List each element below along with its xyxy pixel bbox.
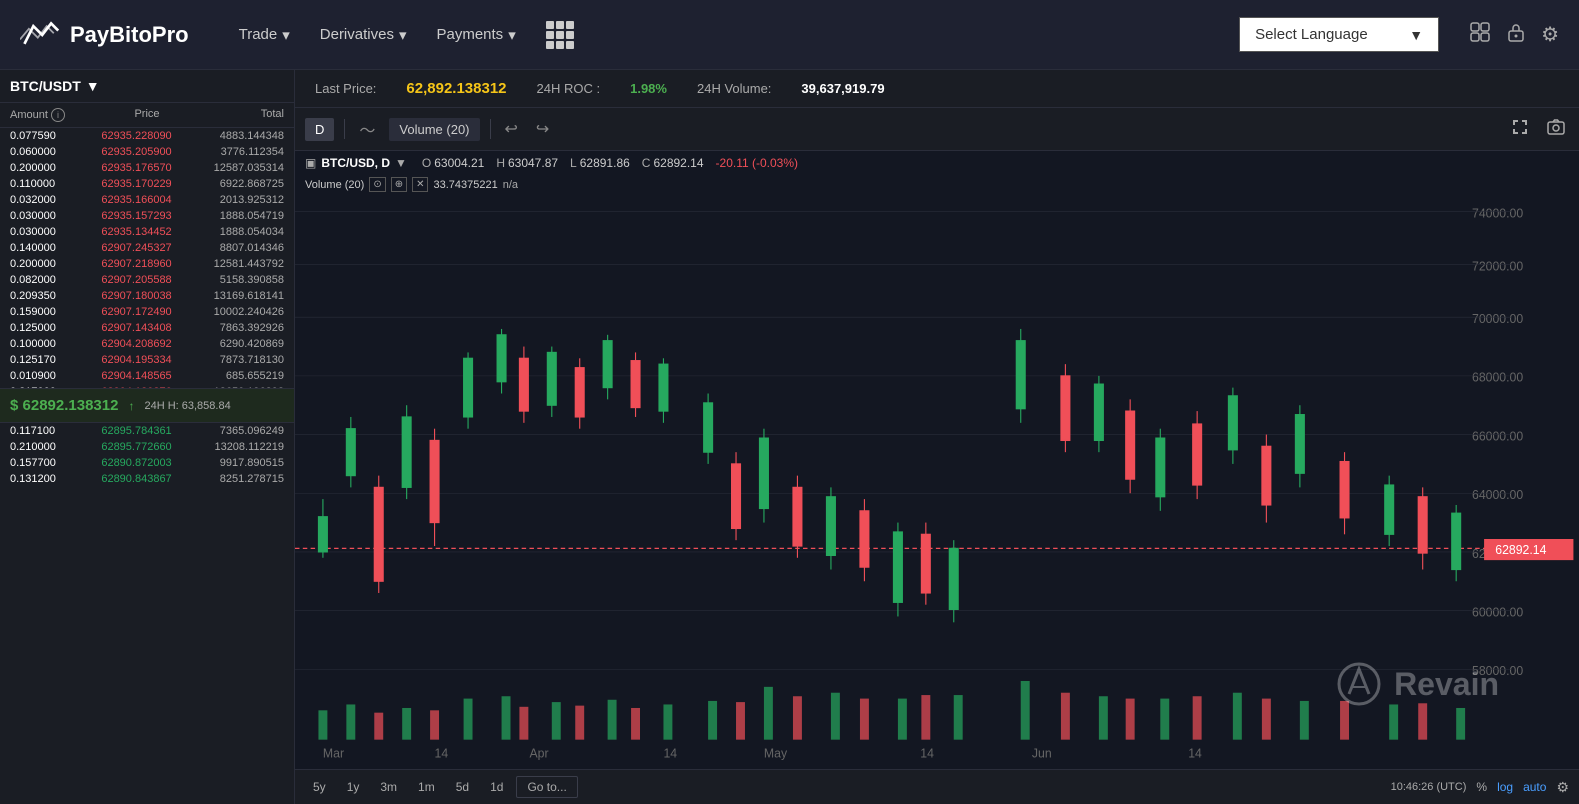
current-price-bar: $ 62892.138312 ↑ 24H H: 63,858.84 bbox=[0, 388, 294, 423]
chart-container: D 〜 Volume (20) ↩ ↪ bbox=[295, 108, 1579, 804]
settings-icon[interactable]: ⚙ bbox=[1541, 22, 1559, 47]
time-display: 10:46:26 (UTC) bbox=[1391, 781, 1467, 793]
order-book-header: BTC/USD, D Amount i Price Total bbox=[0, 103, 294, 128]
timeframe-1y-button[interactable]: 1y bbox=[339, 777, 368, 797]
last-price-value: 62,892.138312 bbox=[406, 80, 506, 97]
chart-toolbar: D 〜 Volume (20) ↩ ↪ bbox=[295, 108, 1579, 151]
svg-text:64000.00: 64000.00 bbox=[1472, 488, 1523, 502]
svg-text:62892.14: 62892.14 bbox=[1495, 543, 1546, 557]
candlestick-chart: 74000.00 72000.00 70000.00 68000.00 6600… bbox=[295, 194, 1579, 769]
svg-text:14: 14 bbox=[1188, 746, 1202, 760]
auto-icon[interactable]: auto bbox=[1523, 780, 1546, 794]
timeframe-1d-button[interactable]: 1d bbox=[482, 777, 511, 797]
camera-icon[interactable] bbox=[1543, 114, 1569, 145]
table-row: 0.10000062904.2086926290.420869 bbox=[0, 336, 294, 352]
table-row: 0.20935062907.18003813169.618141 bbox=[0, 288, 294, 304]
volume-value: 39,637,919.79 bbox=[801, 81, 884, 96]
left-panel: BTC/USDT ▼ BTC/USD, D Amount i Price Tot… bbox=[0, 70, 295, 804]
table-row: 0.20000062935.17657012587.035314 bbox=[0, 160, 294, 176]
redo-icon[interactable]: ↪ bbox=[532, 115, 553, 143]
ticker-bar: Last Price: 62,892.138312 24H ROC : 1.98… bbox=[295, 70, 1579, 108]
svg-text:72000.00: 72000.00 bbox=[1472, 259, 1523, 273]
payments-arrow-icon: ▾ bbox=[508, 26, 516, 44]
derivatives-arrow-icon: ▾ bbox=[399, 26, 407, 44]
svg-text:70000.00: 70000.00 bbox=[1472, 312, 1523, 326]
nav-trade[interactable]: Trade ▾ bbox=[239, 21, 290, 49]
indicators-button[interactable]: Volume (20) bbox=[389, 118, 479, 141]
table-row: 0.15900062907.17249010002.240426 bbox=[0, 304, 294, 320]
trade-arrow-icon: ▾ bbox=[282, 26, 290, 44]
table-row: 0.08200062907.2055885158.390858 bbox=[0, 272, 294, 288]
chart-settings-icon[interactable]: ⚙ bbox=[1556, 779, 1569, 796]
svg-text:14: 14 bbox=[920, 746, 934, 760]
timeframe-5y-button[interactable]: 5y bbox=[305, 777, 334, 797]
language-selector[interactable]: Select Language ▼ bbox=[1239, 17, 1439, 52]
chart-info-bar: ▣ BTC/USD, D ▼ O63004.21 H63047.87 L6289… bbox=[295, 151, 1579, 175]
svg-text:Apr: Apr bbox=[529, 746, 548, 760]
nav-links: Trade ▾ Derivatives ▾ Payments ▾ bbox=[239, 21, 1209, 49]
pair-arrow-icon: ▼ bbox=[86, 78, 100, 94]
amount-info-icon[interactable]: i bbox=[51, 108, 65, 122]
nav-payments[interactable]: Payments ▾ bbox=[436, 21, 515, 49]
table-row: 0.06000062935.2059003776.112354 bbox=[0, 144, 294, 160]
svg-text:68000.00: 68000.00 bbox=[1472, 370, 1523, 384]
right-panel: Last Price: 62,892.138312 24H ROC : 1.98… bbox=[295, 70, 1579, 804]
buy-order-rows: 0.11710062895.7843617365.096249 0.210000… bbox=[0, 423, 294, 804]
timeframe-1m-button[interactable]: 1m bbox=[410, 777, 443, 797]
table-row: 0.11000062935.1702296922.868725 bbox=[0, 176, 294, 192]
table-row: 0.03000062935.1572931888.054719 bbox=[0, 208, 294, 224]
svg-text:May: May bbox=[764, 746, 788, 760]
table-row: 0.03000062935.1344521888.054034 bbox=[0, 224, 294, 240]
volume-info-bar: Volume (20) ⊙ ⊕ ✕ 33.74375221 n/a bbox=[295, 175, 1579, 194]
chart-time-bar: 5y 1y 3m 1m 5d 1d Go to... 10:46:26 (UTC… bbox=[295, 769, 1579, 804]
undo-icon[interactable]: ↩ bbox=[501, 115, 522, 143]
table-row: 0.15770062890.8720039917.890515 bbox=[0, 455, 294, 471]
main-layout: BTC/USDT ▼ BTC/USD, D Amount i Price Tot… bbox=[0, 70, 1579, 804]
grid-menu-icon[interactable] bbox=[546, 21, 574, 49]
svg-text:Mar: Mar bbox=[323, 746, 344, 760]
table-row: 0.21000062895.77266013208.112219 bbox=[0, 439, 294, 455]
fullscreen-icon[interactable] bbox=[1507, 114, 1533, 145]
svg-text:Jun: Jun bbox=[1032, 746, 1052, 760]
svg-text:66000.00: 66000.00 bbox=[1472, 429, 1523, 443]
svg-text:74000.00: 74000.00 bbox=[1472, 206, 1523, 220]
lang-dropdown-icon: ▼ bbox=[1409, 27, 1423, 43]
svg-text:14: 14 bbox=[663, 746, 677, 760]
nav-icons: ⚙ bbox=[1469, 21, 1559, 48]
table-row: 0.01090062904.148565685.655219 bbox=[0, 368, 294, 384]
nav-derivatives[interactable]: Derivatives ▾ bbox=[320, 21, 407, 49]
user-icon[interactable] bbox=[1469, 21, 1491, 48]
svg-text:58000.00: 58000.00 bbox=[1472, 664, 1523, 678]
roc-value: 1.98% bbox=[630, 81, 667, 96]
table-row: 0.20000062907.21896012581.443792 bbox=[0, 256, 294, 272]
table-row: 0.11710062895.7843617365.096249 bbox=[0, 423, 294, 439]
chart-area[interactable]: 74000.00 72000.00 70000.00 68000.00 6600… bbox=[295, 194, 1579, 769]
timeframe-d-button[interactable]: D bbox=[305, 118, 334, 141]
pair-header[interactable]: BTC/USDT ▼ bbox=[0, 70, 294, 103]
log-icon[interactable]: log bbox=[1497, 780, 1513, 794]
logo-icon bbox=[20, 20, 60, 50]
table-row: 0.13120062890.8438678251.278715 bbox=[0, 471, 294, 487]
navbar: PayBitoPro Trade ▾ Derivatives ▾ Payment… bbox=[0, 0, 1579, 70]
logo-area: PayBitoPro bbox=[20, 20, 189, 50]
chart-pair-dropdown-icon[interactable]: ▼ bbox=[395, 156, 407, 170]
table-row: 0.12500062907.1434087863.392926 bbox=[0, 320, 294, 336]
current-price-value: $ 62892.138312 bbox=[10, 397, 118, 414]
goto-button[interactable]: Go to... bbox=[516, 776, 577, 798]
table-row: 0.07759062935.2280904883.144348 bbox=[0, 128, 294, 144]
table-row: 0.03200062935.1660042013.925312 bbox=[0, 192, 294, 208]
svg-text:14: 14 bbox=[435, 746, 449, 760]
table-row: 0.12517062904.1953347873.718130 bbox=[0, 352, 294, 368]
sell-order-rows: 0.07759062935.2280904883.144348 0.060000… bbox=[0, 128, 294, 388]
lock-icon[interactable] bbox=[1506, 21, 1526, 48]
percent-icon[interactable]: % bbox=[1476, 780, 1487, 794]
indicators-icon: 〜 bbox=[355, 113, 379, 145]
logo-text: PayBitoPro bbox=[70, 22, 189, 48]
timeframe-5d-button[interactable]: 5d bbox=[448, 777, 477, 797]
table-row: 0.14000062907.2453278807.014346 bbox=[0, 240, 294, 256]
svg-text:60000.00: 60000.00 bbox=[1472, 605, 1523, 619]
timeframe-3m-button[interactable]: 3m bbox=[372, 777, 405, 797]
